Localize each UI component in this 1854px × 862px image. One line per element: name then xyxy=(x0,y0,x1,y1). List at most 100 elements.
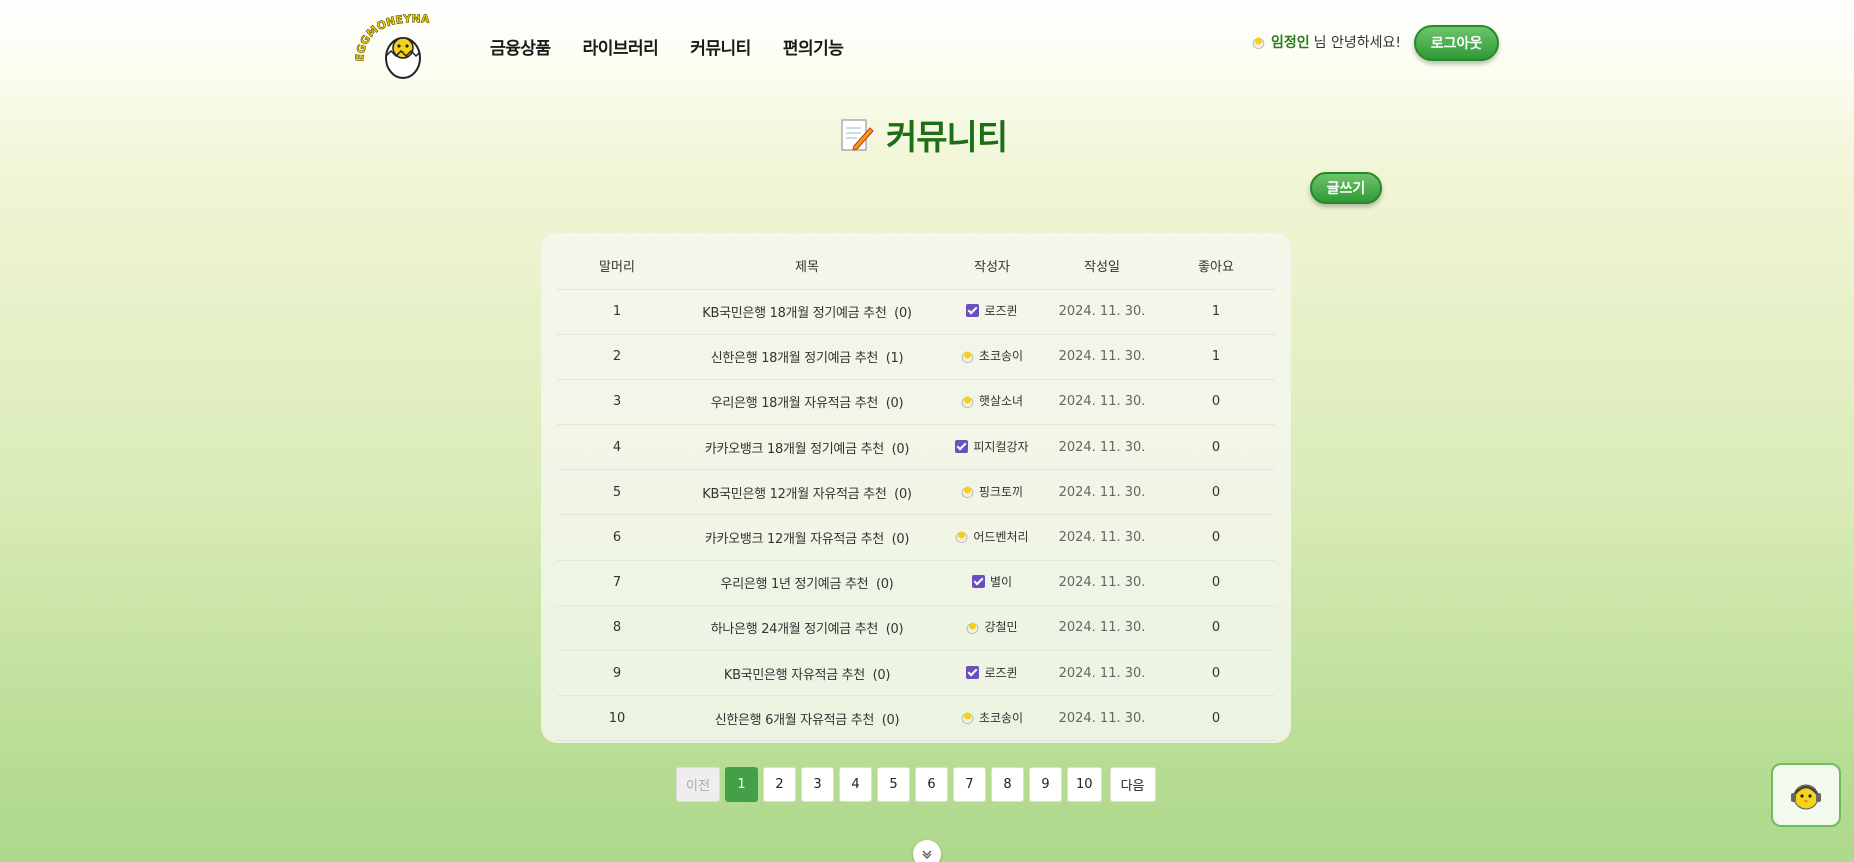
post-number: 9 xyxy=(557,650,677,697)
author-name: 로즈퀸 xyxy=(984,304,1018,319)
like-count: 0 xyxy=(1157,695,1275,742)
user-name: 임정인 xyxy=(1271,35,1310,51)
page-number-button[interactable]: 6 xyxy=(915,767,948,802)
author-cell: 어드벤처리 xyxy=(937,514,1047,561)
chevron-down-icon xyxy=(922,850,932,860)
post-title-cell[interactable]: 우리은행 1년 정기예금 추천 (0) xyxy=(677,560,937,606)
like-count: 0 xyxy=(1157,514,1275,561)
post-title[interactable]: 카카오뱅크 18개월 정기예금 추천 xyxy=(705,442,884,457)
scroll-down-button[interactable] xyxy=(913,840,941,862)
post-date: 2024. 11. 30. xyxy=(1047,469,1157,516)
table-row[interactable]: 2 신한은행 18개월 정기예금 추천 (1) 초코송이 2024. 11. 30. 1 xyxy=(557,334,1275,380)
post-list-card: 말머리 제목 작성자 작성일 좋아요 1 KB국민은행 18개월 정기예금 추천 … xyxy=(541,233,1291,743)
table-row[interactable]: 1 KB국민은행 18개월 정기예금 추천 (0) 로즈퀸 2024. 11. 30.… xyxy=(557,289,1275,335)
post-title[interactable]: KB국민은행 18개월 정기예금 추천 xyxy=(702,306,887,321)
prev-page-button[interactable]: 이전 xyxy=(676,767,720,802)
post-title-cell[interactable]: 우리은행 18개월 자유적금 추천 (0) xyxy=(677,379,937,426)
post-title-cell[interactable]: 카카오뱅크 18개월 정기예금 추천 (0) xyxy=(677,424,937,471)
post-date: 2024. 11. 30. xyxy=(1047,514,1157,561)
verified-check-icon xyxy=(966,665,980,679)
next-page-button[interactable]: 다음 xyxy=(1109,767,1156,802)
table-row[interactable]: 8 하나은행 24개월 정기예금 추천 (0) 강철민 2024. 11. 30. 0 xyxy=(557,605,1275,652)
page-number-button[interactable]: 10 xyxy=(1067,767,1102,802)
author-name: 어드벤처리 xyxy=(973,529,1029,544)
author-cell: 초코송이 xyxy=(937,695,1047,742)
author-name: 핑크토끼 xyxy=(978,484,1024,499)
post-title-cell[interactable]: 하나은행 24개월 정기예금 추천 (0) xyxy=(677,605,937,652)
post-number: 4 xyxy=(557,424,677,471)
author-cell: 로즈퀸 xyxy=(937,289,1047,335)
verified-check-icon xyxy=(971,575,985,589)
post-title[interactable]: 신한은행 6개월 자유적금 추천 xyxy=(715,713,875,728)
like-count: 1 xyxy=(1157,334,1275,380)
page-number-button[interactable]: 7 xyxy=(953,767,986,802)
verified-check-icon xyxy=(966,304,980,318)
page-number-button[interactable]: 8 xyxy=(991,767,1024,802)
post-title[interactable]: 하나은행 24개월 정기예금 추천 xyxy=(711,622,879,637)
egg-chick-icon xyxy=(961,351,974,363)
post-title-cell[interactable]: KB국민은행 12개월 자유적금 추천 (0) xyxy=(677,469,937,516)
chatbot-button[interactable] xyxy=(1771,763,1841,827)
chick-egg-logo-icon: EGGMONEYNA xyxy=(353,12,431,79)
table-row[interactable]: 10 신한은행 6개월 자유적금 추천 (0) 초코송이 2024. 11. 30. 0 xyxy=(557,695,1275,742)
post-date: 2024. 11. 30. xyxy=(1047,650,1157,697)
post-number: 6 xyxy=(557,514,677,561)
nav-financial-products[interactable]: 금융상품 xyxy=(490,34,551,59)
post-title-cell[interactable]: KB국민은행 자유적금 추천 (0) xyxy=(677,650,937,697)
logo[interactable]: EGGMONEYNA xyxy=(353,10,445,82)
post-date: 2024. 11. 30. xyxy=(1047,560,1157,606)
author-cell: 별이 xyxy=(937,560,1047,606)
author-cell: 피지컬강자 xyxy=(937,424,1047,471)
author-cell: 강철민 xyxy=(937,605,1047,652)
page-number-button[interactable]: 5 xyxy=(877,767,910,802)
author-name: 초코송이 xyxy=(978,349,1024,364)
post-title-cell[interactable]: 신한은행 6개월 자유적금 추천 (0) xyxy=(677,695,937,742)
nav-community[interactable]: 커뮤니티 xyxy=(690,34,751,59)
table-row[interactable]: 9 KB국민은행 자유적금 추천 (0) 로즈퀸 2024. 11. 30. 0 xyxy=(557,650,1275,697)
post-title[interactable]: KB국민은행 12개월 자유적금 추천 xyxy=(702,487,887,502)
page-number-button[interactable]: 3 xyxy=(801,767,834,802)
verified-check-icon xyxy=(955,439,969,453)
post-title[interactable]: KB국민은행 자유적금 추천 xyxy=(724,668,865,683)
page-number-button[interactable]: 4 xyxy=(839,767,872,802)
author-name: 햇살소녀 xyxy=(978,394,1024,409)
post-title-cell[interactable]: 신한은행 18개월 정기예금 추천 (1) xyxy=(677,334,937,380)
nav-library[interactable]: 라이브러리 xyxy=(583,34,659,59)
logout-button[interactable]: 로그아웃 xyxy=(1414,25,1499,61)
main-nav: 금융상품 라이브러리 커뮤니티 편의기능 xyxy=(490,34,844,59)
post-number: 8 xyxy=(557,605,677,652)
post-title[interactable]: 카카오뱅크 12개월 자유적금 추천 xyxy=(705,532,884,547)
author-name: 피지컬강자 xyxy=(973,439,1029,454)
post-title[interactable]: 우리은행 18개월 자유적금 추천 xyxy=(711,396,879,411)
nav-convenience[interactable]: 편의기능 xyxy=(783,34,844,59)
table-header-row: 말머리 제목 작성자 작성일 좋아요 xyxy=(557,243,1275,290)
column-header-date: 작성일 xyxy=(1047,243,1157,290)
post-title[interactable]: 신한은행 18개월 정기예금 추천 xyxy=(711,351,879,366)
table-row[interactable]: 3 우리은행 18개월 자유적금 추천 (0) 햇살소녀 2024. 11. 30. 0 xyxy=(557,379,1275,426)
table-row[interactable]: 7 우리은행 1년 정기예금 추천 (0) 별이 2024. 11. 30. 0 xyxy=(557,560,1275,606)
page-number-button[interactable]: 1 xyxy=(725,767,758,802)
author-cell: 로즈퀸 xyxy=(937,650,1047,697)
post-number: 2 xyxy=(557,334,677,380)
post-title-cell[interactable]: 카카오뱅크 12개월 자유적금 추천 (0) xyxy=(677,514,937,561)
like-count: 0 xyxy=(1157,560,1275,606)
post-title[interactable]: 우리은행 1년 정기예금 추천 xyxy=(721,577,869,592)
author-name: 로즈퀸 xyxy=(984,665,1018,680)
comment-count: (1) xyxy=(885,351,904,367)
page-number-button[interactable]: 2 xyxy=(763,767,796,802)
like-count: 0 xyxy=(1157,605,1275,652)
comment-count: (0) xyxy=(891,441,910,457)
post-date: 2024. 11. 30. xyxy=(1047,695,1157,742)
write-post-button[interactable]: 글쓰기 xyxy=(1310,172,1382,204)
post-number: 5 xyxy=(557,469,677,516)
page-number-button[interactable]: 9 xyxy=(1029,767,1062,802)
egg-chick-icon xyxy=(961,712,974,724)
table-row[interactable]: 4 카카오뱅크 18개월 정기예금 추천 (0) 피지컬강자 2024. 11. 30… xyxy=(557,424,1275,471)
egg-chick-icon xyxy=(1252,37,1265,49)
comment-count: (0) xyxy=(875,577,894,593)
post-table-body: 1 KB국민은행 18개월 정기예금 추천 (0) 로즈퀸 2024. 11. 30.… xyxy=(557,289,1275,742)
table-row[interactable]: 5 KB국민은행 12개월 자유적금 추천 (0) 핑크토끼 2024. 11. 30… xyxy=(557,469,1275,516)
column-header-likes: 좋아요 xyxy=(1157,243,1275,290)
table-row[interactable]: 6 카카오뱅크 12개월 자유적금 추천 (0) 어드벤처리 2024. 11. 30… xyxy=(557,514,1275,561)
post-title-cell[interactable]: KB국민은행 18개월 정기예금 추천 (0) xyxy=(677,289,937,335)
